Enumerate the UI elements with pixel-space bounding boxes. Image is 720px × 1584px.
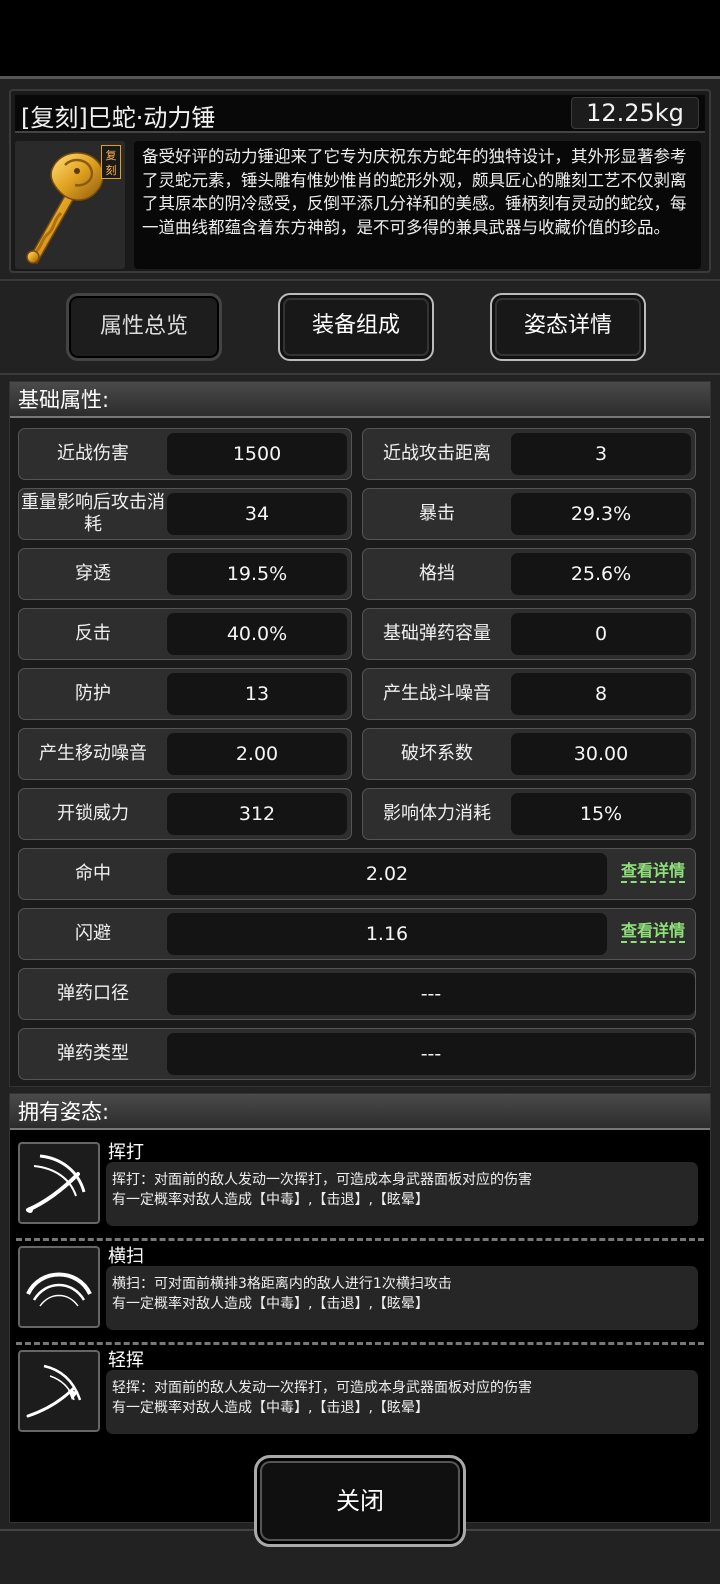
- item-header: [复刻]巳蛇·动力锤 12.25kg 复刻 备受好评的动力锤迎来了它专为庆祝东方…: [9, 89, 711, 273]
- accuracy-details-link[interactable]: 查看详情: [620, 861, 685, 883]
- stat-stamina-cost: 影响体力消耗 15%: [362, 788, 696, 840]
- stat-label: 重量影响后攻击消耗: [21, 492, 165, 535]
- stat-movement-noise: 产生移动噪音 2.00: [18, 728, 352, 780]
- stance-swing[interactable]: 挥打 挥打：对面前的敌人发动一次挥打，可造成本身武器面板对应的伤害 有一定概率对…: [10, 1134, 710, 1234]
- swing-slash-icon: [18, 1142, 100, 1224]
- stat-combat-noise: 产生战斗噪音 8: [362, 668, 696, 720]
- stat-value: 1.16: [167, 913, 607, 955]
- stat-value: 15%: [511, 793, 691, 835]
- stat-label: 防护: [75, 683, 111, 704]
- stat-label: 穿透: [75, 563, 111, 584]
- stat-label: 产生移动噪音: [39, 743, 147, 764]
- stance-desc-line: 挥打：对面前的敌人发动一次挥打，可造成本身武器面板对应的伤害: [112, 1172, 532, 1188]
- stat-value: ---: [167, 1033, 695, 1075]
- stat-value: 34: [167, 493, 347, 535]
- stat-block: 格挡 25.6%: [362, 548, 696, 600]
- item-description: 备受好评的动力锤迎来了它专为庆祝东方蛇年的独特设计，其外形显著参考了灵蛇元素，锤…: [134, 141, 701, 269]
- stance-name: 挥打: [108, 1142, 144, 1163]
- stat-critical: 暴击 29.3%: [362, 488, 696, 540]
- stat-label: 反击: [75, 623, 111, 644]
- stat-value: 29.3%: [511, 493, 691, 535]
- base-attributes-header: 基础属性:: [10, 382, 710, 418]
- item-detail-panel: [复刻]巳蛇·动力锤 12.25kg 复刻 备受好评的动力锤迎来了它专为庆祝东方…: [0, 76, 720, 1584]
- stat-label: 弹药类型: [57, 1043, 129, 1064]
- stance-description: 挥打：对面前的敌人发动一次挥打，可造成本身武器面板对应的伤害 有一定概率对敌人造…: [106, 1162, 698, 1226]
- stance-desc-line: 有一定概率对敌人造成【中毒】,【击退】,【眩晕】: [112, 1192, 429, 1208]
- stat-penetration: 穿透 19.5%: [18, 548, 352, 600]
- base-attributes-section: 基础属性: 近战伤害 1500 近战攻击距离 3 重量影响后攻击消耗 34 暴击…: [9, 381, 711, 1087]
- stance-desc-line: 有一定概率对敌人造成【中毒】,【击退】,【眩晕】: [112, 1400, 429, 1416]
- stat-accuracy: 命中 2.02 查看详情: [18, 848, 696, 900]
- stat-value: ---: [167, 973, 695, 1015]
- stance-sweep[interactable]: 横扫 横扫：可对面前横排3格距离内的敌人进行1次横扫攻击 有一定概率对敌人造成【…: [10, 1238, 710, 1338]
- sweep-arc-icon: [18, 1246, 100, 1328]
- stat-value: 13: [167, 673, 347, 715]
- stat-label: 近战攻击距离: [383, 443, 491, 464]
- stance-desc-line: 横扫：可对面前横排3格距离内的敌人进行1次横扫攻击: [112, 1276, 452, 1292]
- stat-value: 40.0%: [167, 613, 347, 655]
- title-bar: [复刻]巳蛇·动力锤 12.25kg: [15, 95, 705, 133]
- stance-desc-line: 轻挥：对面前的敌人发动一次挥打，可造成本身武器面板对应的伤害: [112, 1380, 532, 1396]
- tab-attribute-overview[interactable]: 属性总览: [66, 293, 222, 361]
- stat-label: 命中: [75, 863, 111, 884]
- stat-value: 312: [167, 793, 347, 835]
- stance-desc-line: 有一定概率对敌人造成【中毒】,【击退】,【眩晕】: [112, 1296, 429, 1312]
- stat-label: 暴击: [419, 503, 455, 524]
- stances-header: 拥有姿态:: [10, 1094, 710, 1130]
- stat-counter: 反击 40.0%: [18, 608, 352, 660]
- stat-label: 产生战斗噪音: [383, 683, 491, 704]
- stat-label: 弹药口径: [57, 983, 129, 1004]
- stat-melee-damage: 近战伤害 1500: [18, 428, 352, 480]
- stat-value: 3: [511, 433, 691, 475]
- stat-ammo-type: 弹药类型 ---: [18, 1028, 696, 1080]
- light-swing-icon: [18, 1350, 100, 1432]
- stat-label: 破坏系数: [401, 743, 473, 764]
- stat-value: 8: [511, 673, 691, 715]
- item-name: [复刻]巳蛇·动力锤: [21, 104, 216, 132]
- stat-value: 25.6%: [511, 553, 691, 595]
- stat-value: 2.02: [167, 853, 607, 895]
- stat-label: 基础弹药容量: [383, 623, 491, 644]
- remake-badge: 复刻: [101, 145, 121, 179]
- stat-value: 19.5%: [167, 553, 347, 595]
- stat-value: 1500: [167, 433, 347, 475]
- stat-label: 近战伤害: [57, 443, 129, 464]
- stat-value: 30.00: [511, 733, 691, 775]
- stat-destruction-factor: 破坏系数 30.00: [362, 728, 696, 780]
- stat-label: 影响体力消耗: [383, 803, 491, 824]
- stat-melee-range: 近战攻击距离 3: [362, 428, 696, 480]
- stance-light-swing[interactable]: 轻挥 轻挥：对面前的敌人发动一次挥打，可造成本身武器面板对应的伤害 有一定概率对…: [10, 1342, 710, 1442]
- stat-label: 闪避: [75, 923, 111, 944]
- item-weight: 12.25kg: [571, 97, 699, 129]
- stat-value: 0: [511, 613, 691, 655]
- stat-ammo-caliber: 弹药口径 ---: [18, 968, 696, 1020]
- stat-weight-attack-cost: 重量影响后攻击消耗 34: [18, 488, 352, 540]
- stance-name: 轻挥: [108, 1350, 144, 1371]
- stat-evasion: 闪避 1.16 查看详情: [18, 908, 696, 960]
- stat-value: 2.00: [167, 733, 347, 775]
- stat-base-ammo-capacity: 基础弹药容量 0: [362, 608, 696, 660]
- stance-description: 横扫：可对面前横排3格距离内的敌人进行1次横扫攻击 有一定概率对敌人造成【中毒】…: [106, 1266, 698, 1330]
- close-button[interactable]: 关闭: [254, 1455, 466, 1547]
- tab-bar: 属性总览 装备组成 姿态详情: [0, 279, 720, 375]
- evasion-details-link[interactable]: 查看详情: [620, 921, 685, 943]
- power-hammer-icon: 复刻: [15, 141, 125, 269]
- stat-protection: 防护 13: [18, 668, 352, 720]
- stat-lockpick-power: 开锁威力 312: [18, 788, 352, 840]
- stance-name: 横扫: [108, 1246, 144, 1267]
- stance-description: 轻挥：对面前的敌人发动一次挥打，可造成本身武器面板对应的伤害 有一定概率对敌人造…: [106, 1370, 698, 1434]
- stat-label: 开锁威力: [57, 803, 129, 824]
- tab-stance-details[interactable]: 姿态详情: [490, 293, 646, 361]
- stat-label: 格挡: [419, 563, 455, 584]
- tab-equipment-composition[interactable]: 装备组成: [278, 293, 434, 361]
